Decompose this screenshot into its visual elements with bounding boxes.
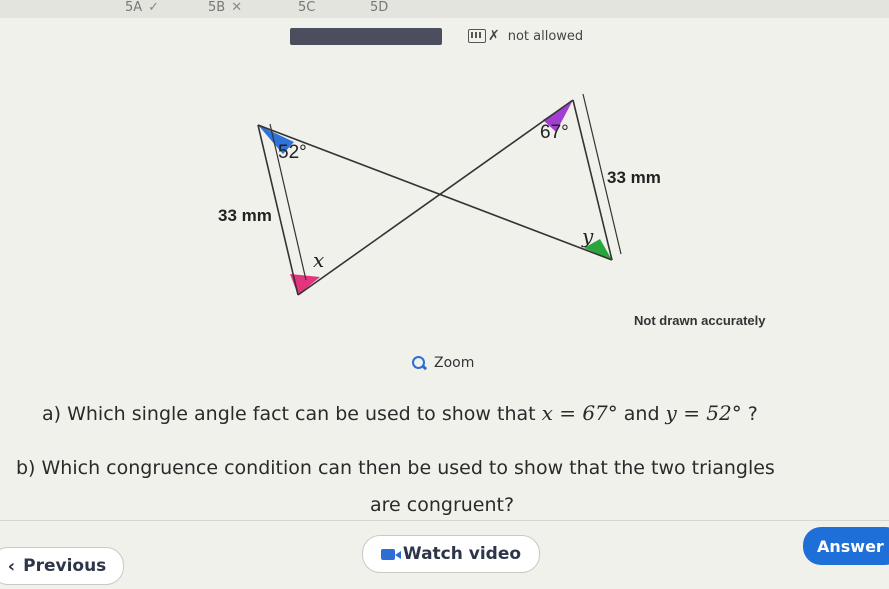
equation-x: x = 67°	[541, 401, 618, 425]
previous-label: Previous	[23, 556, 107, 576]
zoom-icon	[412, 356, 426, 370]
divider	[0, 520, 889, 521]
tab-label: 5B	[208, 0, 226, 15]
cross-line-1	[257, 124, 613, 261]
check-icon: ✓	[148, 0, 160, 15]
previous-button[interactable]: ‹ Previous	[0, 547, 124, 585]
question-a: a) Which single angle fact can be used t…	[42, 401, 758, 425]
task-tabs: 5A ✓ 5B ✕ 5C 5D	[0, 0, 889, 18]
tab-5a[interactable]: 5A ✓	[125, 0, 159, 15]
zoom-button[interactable]: Zoom	[412, 355, 474, 371]
triangles-diagram: 52° 33 mm x 67° 33 mm y	[180, 80, 740, 320]
question-a-end: ?	[747, 403, 758, 425]
not-drawn-accurately-note: Not drawn accurately	[634, 313, 766, 328]
bookwork-code-bar	[290, 28, 442, 45]
answer-button[interactable]: Answer	[803, 527, 889, 565]
calculator-status-text: not allowed	[507, 28, 584, 44]
tab-5d[interactable]: 5D	[370, 0, 388, 15]
question-b-line2: are congruent?	[370, 494, 515, 516]
cross-icon: ✕	[231, 0, 243, 15]
equation-y: y = 52°	[665, 401, 742, 425]
calculator-icon	[468, 29, 486, 43]
tab-label: 5A	[125, 0, 143, 15]
tab-5c[interactable]: 5C	[298, 0, 315, 15]
question-b-line1: b) Which congruence condition can then b…	[16, 457, 775, 479]
answer-label: Answer	[817, 536, 884, 556]
var-y-label: y	[582, 224, 594, 248]
cross-line-2	[297, 99, 574, 296]
tab-label: 5C	[298, 0, 316, 15]
watch-video-label: Watch video	[402, 544, 522, 564]
side-right-label: 33 mm	[607, 168, 661, 187]
angle-67-label: 67°	[540, 122, 569, 143]
calculator-status: ✗ not allowed	[468, 28, 583, 44]
watch-video-button[interactable]: Watch video	[362, 535, 540, 573]
question-a-text: a) Which single angle fact can be used t…	[42, 403, 536, 425]
tab-label: 5D	[370, 0, 389, 15]
angle-52-label: 52°	[278, 142, 307, 163]
question-a-and: and	[623, 403, 660, 425]
chevron-left-icon: ‹	[7, 555, 16, 577]
not-allowed-icon: ✗	[488, 28, 500, 44]
tab-5b[interactable]: 5B ✕	[208, 0, 242, 15]
video-camera-icon	[380, 548, 401, 560]
var-x-label: x	[313, 248, 325, 272]
side-left-label: 33 mm	[218, 206, 272, 225]
zoom-label: Zoom	[434, 355, 475, 371]
diagram-svg	[257, 93, 622, 296]
